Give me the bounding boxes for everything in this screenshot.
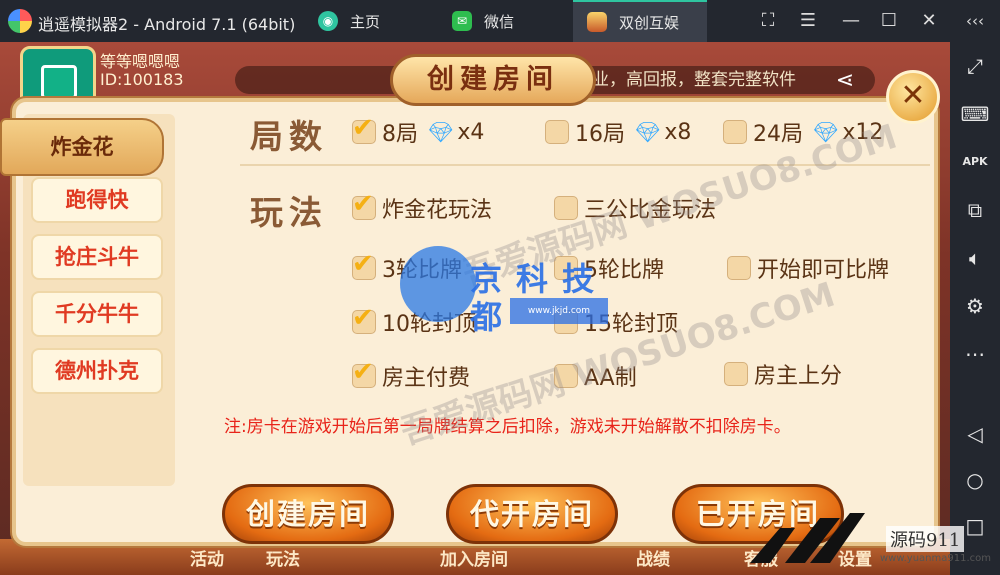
rule-label: 炸金花玩法	[382, 198, 493, 223]
add-window-icon[interactable]: ⧉	[959, 194, 991, 226]
home-icon[interactable]: ○	[959, 464, 991, 496]
home-tab-icon: ◉	[318, 11, 338, 31]
round-label: 16局	[575, 122, 625, 147]
menu-icon[interactable]: ☰	[795, 8, 821, 34]
bottom-item-records[interactable]: 战绩	[636, 545, 670, 570]
checkbox[interactable]	[545, 120, 569, 144]
corner-watermark-logo-icon	[750, 513, 865, 563]
watermark-url: www.jkjd.com	[510, 298, 608, 324]
fullscreen-icon[interactable]: ⛶	[755, 8, 781, 34]
corner-watermark-url: www.yuanma911.com	[880, 553, 992, 564]
diamond-icon: 💎︎	[635, 120, 661, 144]
emulator-titlebar: 逍遥模拟器2 - Android 7.1 (64bit) ◉ 主页 ✉ 微信 双…	[0, 0, 1000, 42]
proxy-room-button[interactable]: 代开房间	[446, 484, 618, 544]
tab-home[interactable]: ◉ 主页	[318, 0, 380, 42]
tab-game[interactable]: 双创互娱	[573, 0, 707, 42]
apk-icon[interactable]: APK	[959, 146, 991, 178]
game-type-texas-holdem[interactable]: 德州扑克	[31, 348, 163, 394]
checkmark-icon: ✔	[352, 189, 374, 219]
rule-label: 房主上分	[754, 364, 843, 389]
checkmark-icon: ✔	[352, 357, 374, 387]
checkbox[interactable]: ✔	[352, 249, 376, 280]
back-icon[interactable]: ◁	[959, 418, 991, 450]
tab-wechat-label: 微信	[484, 12, 515, 31]
wechat-icon: ✉	[452, 11, 472, 31]
bottom-item-rules[interactable]: 玩法	[266, 545, 300, 570]
expand-screen-icon[interactable]: ⤢	[959, 50, 991, 82]
rule-option[interactable]: ✔ 炸金花玩法	[352, 189, 493, 224]
watermark-text: 都	[470, 298, 503, 336]
corner-watermark: 源码911	[886, 526, 965, 552]
round-cost: x8	[664, 119, 692, 145]
round-cost: x4	[457, 119, 485, 145]
round-option-16[interactable]: 16局 💎︎ x8	[545, 116, 691, 148]
more-icon[interactable]: ⋯	[959, 338, 991, 370]
tab-game-label: 双创互娱	[619, 13, 680, 32]
minimize-icon[interactable]: —	[838, 8, 864, 34]
diamond-icon: 💎︎	[428, 120, 454, 144]
maximize-icon[interactable]: ☐	[876, 8, 902, 34]
create-room-button[interactable]: 创建房间	[222, 484, 394, 544]
keyboard-icon[interactable]: ⌨	[959, 98, 991, 130]
game-type-qianfen-niuniu[interactable]: 千分牛牛	[31, 291, 163, 337]
game-app-icon	[587, 12, 607, 32]
checkbox[interactable]	[727, 256, 751, 280]
tab-home-label: 主页	[350, 12, 381, 31]
close-icon[interactable]: ✕	[916, 8, 942, 34]
dialog-title: 创建房间	[390, 54, 596, 106]
round-label: 8局	[382, 122, 418, 147]
share-icon[interactable]: ⋖	[832, 68, 858, 94]
checkbox[interactable]: ✔	[352, 189, 376, 220]
checkmark-icon: ✔	[352, 249, 374, 279]
settings-icon[interactable]: ⚙	[959, 290, 991, 322]
game-type-qiangzhuang-douniu[interactable]: 抢庄斗牛	[31, 234, 163, 280]
checkmark-icon: ✔	[352, 113, 374, 143]
emulator-sidebar: ⤢ ⌨ APK ⧉ 🔈︎ ⚙ ⋯ ◁ ○ □	[950, 42, 1000, 575]
tab-wechat[interactable]: ✉ 微信	[452, 0, 514, 42]
rules-label: 玩法	[250, 193, 328, 232]
watermark-logo-icon	[400, 246, 476, 322]
window-title: 逍遥模拟器2 - Android 7.1 (64bit)	[38, 15, 296, 34]
volume-icon[interactable]: 🔈︎	[959, 242, 991, 274]
checkbox[interactable]: ✔	[352, 303, 376, 334]
game-type-paodekuai[interactable]: 跑得快	[31, 177, 163, 223]
checkbox[interactable]: ✔	[352, 113, 376, 144]
bottom-item-join-room[interactable]: 加入房间	[440, 545, 508, 570]
emulator-logo-icon	[8, 9, 32, 33]
dialog-close-button[interactable]: ✕	[886, 70, 940, 124]
checkbox[interactable]	[724, 362, 748, 386]
checkbox[interactable]: ✔	[352, 357, 376, 388]
rule-option[interactable]: 房主上分	[724, 358, 842, 390]
house-icon	[41, 65, 77, 99]
checkbox[interactable]	[723, 120, 747, 144]
game-type-zhajinhua[interactable]: 炸金花	[0, 118, 164, 176]
collapse-sidebar-icon[interactable]: ‹‹‹	[962, 8, 988, 34]
round-option-8[interactable]: ✔ 8局 💎︎ x4	[352, 113, 485, 148]
player-id: ID:100183	[100, 70, 184, 89]
bottom-item-activity[interactable]: 活动	[190, 545, 224, 570]
rounds-label: 局数	[250, 117, 328, 156]
checkmark-icon: ✔	[352, 303, 374, 333]
player-name: 等等嗯嗯嗯	[100, 52, 181, 71]
